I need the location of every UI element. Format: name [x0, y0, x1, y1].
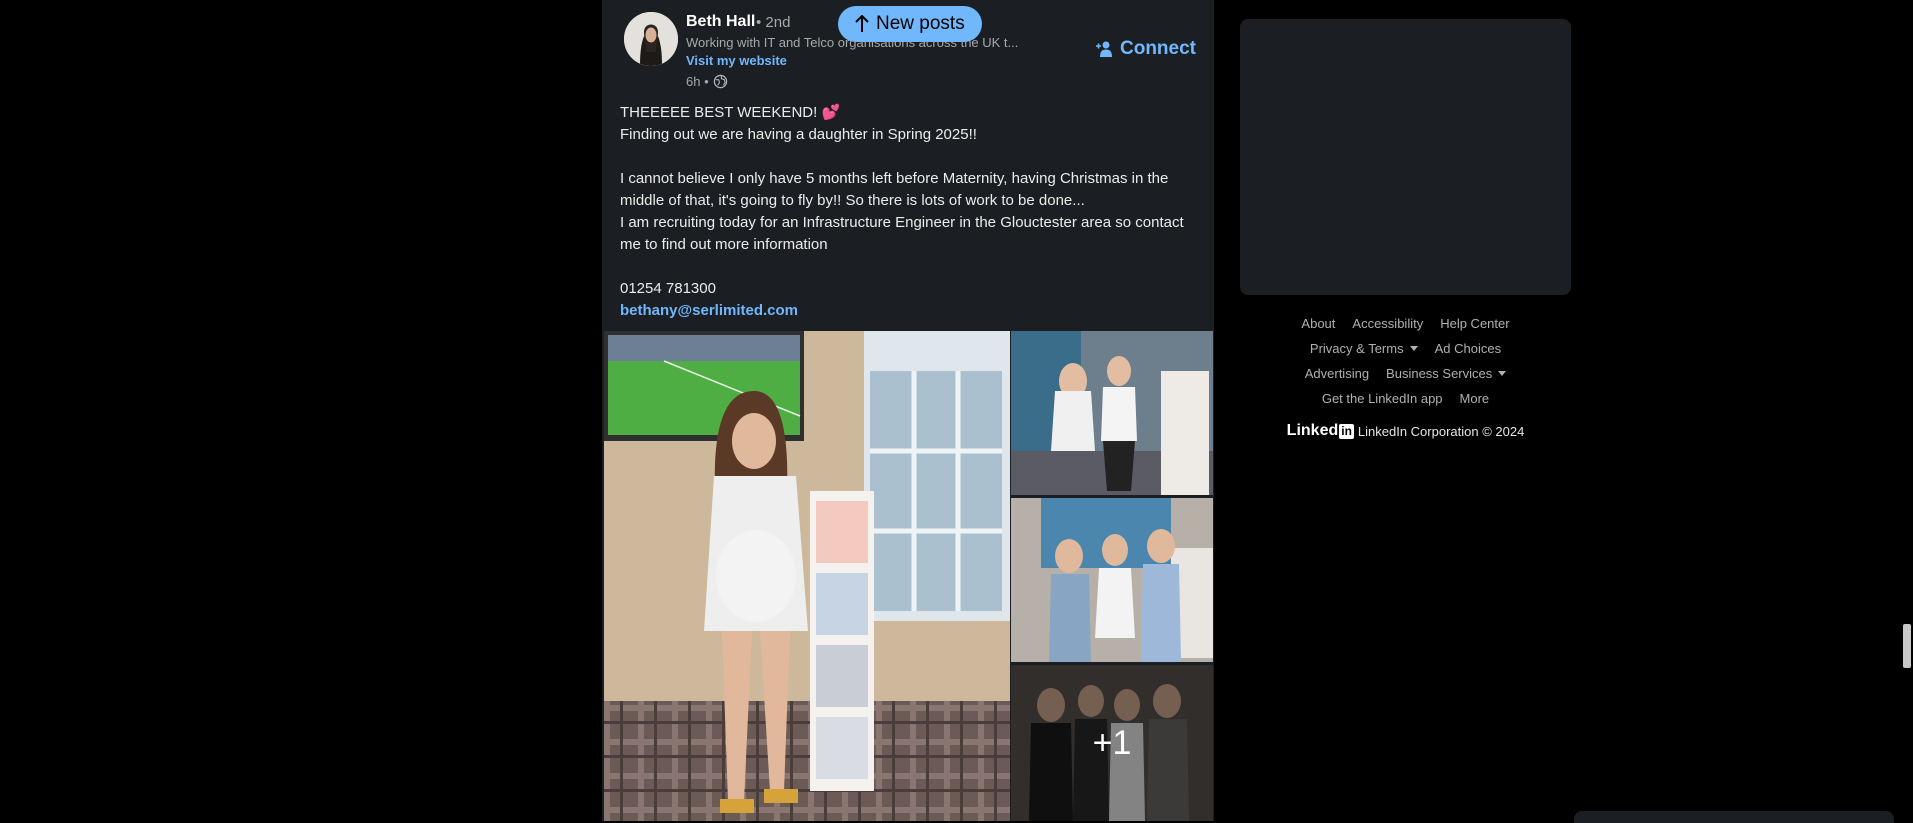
footer-link-advertising[interactable]: Advertising [1305, 366, 1369, 381]
footer-link-business-services[interactable]: Business Services [1386, 366, 1507, 381]
privacy-terms-label: Privacy & Terms [1309, 341, 1404, 356]
new-posts-button[interactable]: New posts [838, 6, 982, 42]
footer-link-ad-choices[interactable]: Ad Choices [1435, 341, 1501, 356]
caret-down-icon [1409, 346, 1418, 351]
author-name[interactable]: Beth Hall [686, 13, 755, 31]
footer-link-get-app[interactable]: Get the LinkedIn app [1322, 391, 1443, 406]
ad-placeholder [1240, 19, 1571, 295]
email-link[interactable]: bethany@serlimited.com [620, 302, 798, 319]
footer-link-accessibility[interactable]: Accessibility [1352, 316, 1423, 331]
post-line: I cannot believe I only have 5 months le… [620, 170, 1169, 209]
connection-degree: • 2nd [756, 14, 791, 31]
post-text: THEEEEE BEST WEEKEND! 💕 Finding out we a… [620, 102, 1205, 322]
connect-button[interactable]: Connect [1096, 38, 1196, 60]
business-services-label: Business Services [1386, 366, 1493, 381]
footer: About Accessibility Help Center Privacy … [1240, 316, 1571, 440]
post-image-main[interactable] [604, 331, 1010, 821]
author-avatar[interactable] [624, 12, 678, 66]
globe-icon [713, 74, 727, 89]
post-line: Finding out we are having a daughter in … [620, 126, 977, 143]
arrow-up-icon [855, 15, 869, 32]
post-line: I am recruiting today for an Infrastruct… [620, 214, 1184, 253]
linkedin-logo: Linked in [1286, 422, 1354, 439]
post-meta: 6h • [686, 74, 728, 89]
footer-link-privacy-terms[interactable]: Privacy & Terms [1310, 341, 1418, 356]
post-time: 6h • [686, 74, 709, 89]
footer-link-help-center[interactable]: Help Center [1440, 316, 1509, 331]
add-person-icon [1096, 41, 1112, 57]
connect-label: Connect [1120, 38, 1196, 59]
scrollbar-thumb[interactable] [1903, 624, 1911, 668]
new-posts-label: New posts [876, 13, 965, 34]
phone-number: 01254 781300 [620, 280, 716, 297]
post-image-2[interactable] [1011, 331, 1213, 495]
footer-link-about[interactable]: About [1301, 316, 1335, 331]
more-images-overlay[interactable]: +1 [1011, 665, 1213, 821]
post-image-4[interactable]: +1 [1011, 665, 1213, 821]
feed-post: Beth Hall • 2nd Working with IT and Telc… [602, 0, 1214, 821]
messaging-bar[interactable] [1574, 811, 1894, 823]
post-image-3[interactable] [1011, 498, 1213, 662]
caret-down-icon [1498, 371, 1507, 376]
post-line: THEEEEE BEST WEEKEND! 💕 [620, 104, 841, 121]
copyright-text: LinkedIn Corporation © 2024 [1357, 423, 1525, 439]
footer-brand: Linked in LinkedIn Corporation © 2024 [1240, 422, 1571, 440]
visit-website-link[interactable]: Visit my website [686, 53, 787, 68]
footer-link-more[interactable]: More [1460, 391, 1490, 406]
